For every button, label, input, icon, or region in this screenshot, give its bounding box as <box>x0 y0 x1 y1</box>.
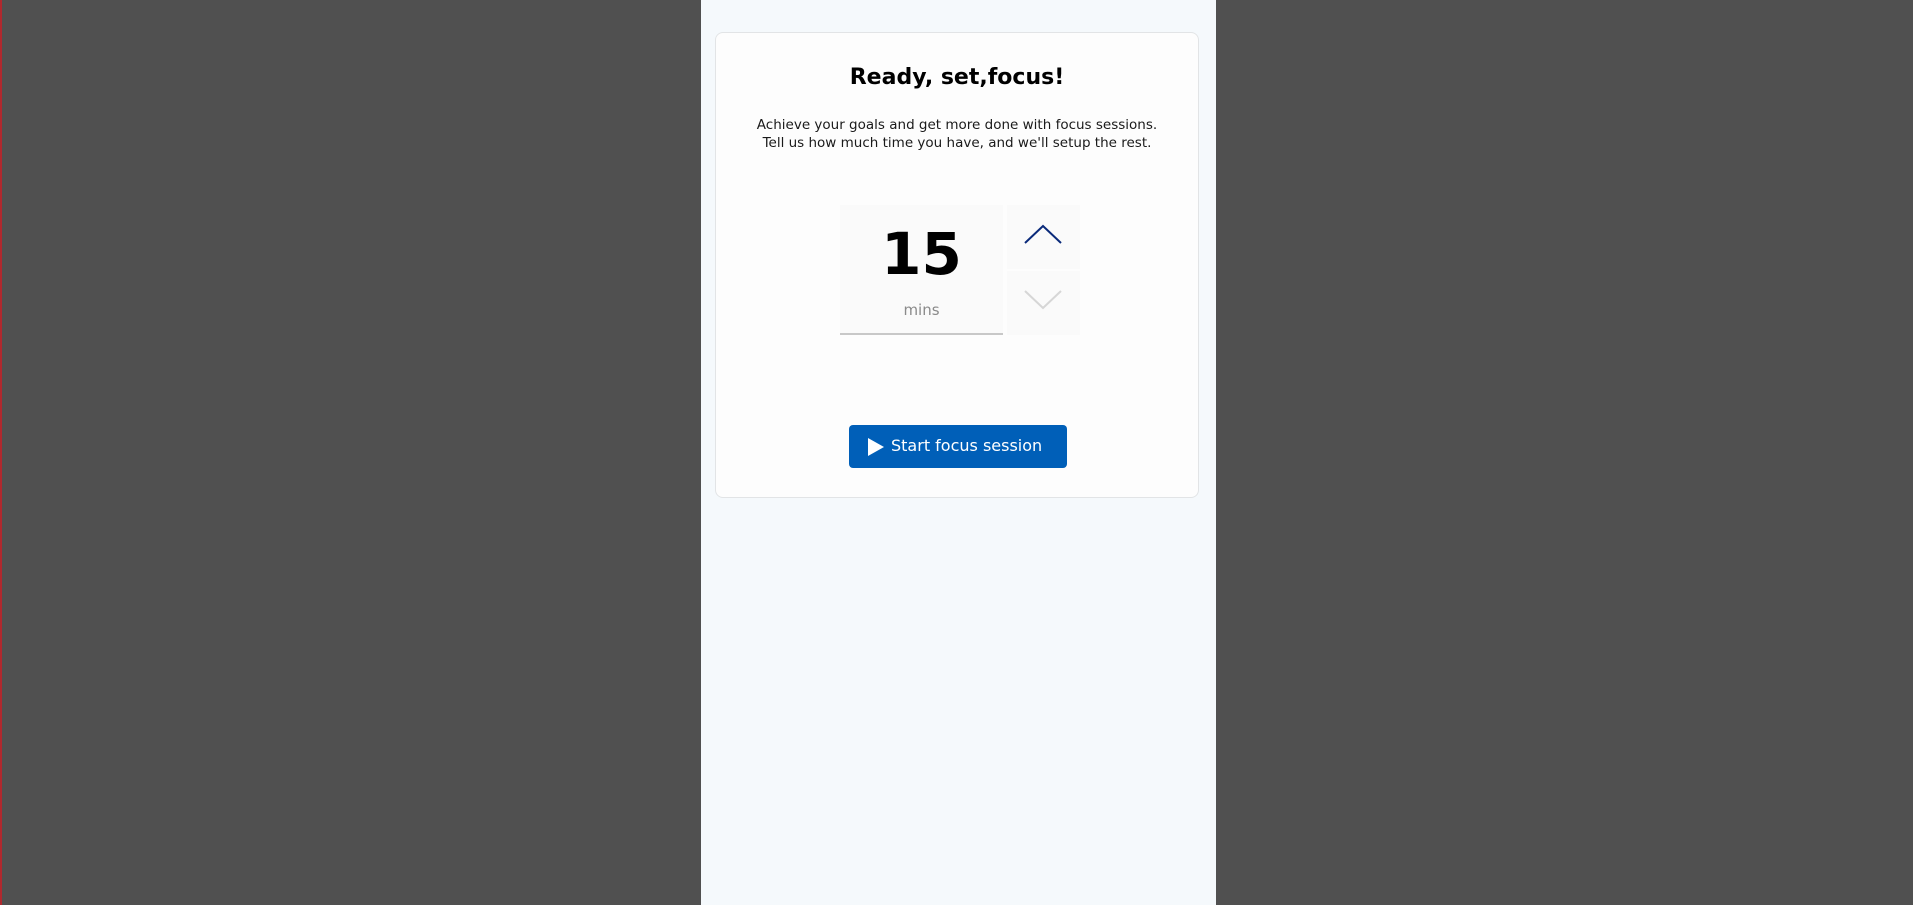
description-line-2: Tell us how much time you have, and we'l… <box>762 135 1152 151</box>
duration-unit: mins <box>903 301 940 319</box>
start-focus-session-button[interactable]: Start focus session <box>849 425 1067 468</box>
window-edge <box>0 0 2 905</box>
chevron-down-icon <box>1024 290 1062 310</box>
play-icon <box>868 438 884 456</box>
page-title: Ready, set,focus! <box>849 65 1065 90</box>
decrease-duration-button[interactable] <box>1007 271 1080 335</box>
duration-picker: 15 mins <box>840 205 1080 335</box>
duration-value: 15 <box>881 220 962 288</box>
description-line-1: Achieve your goals and get more done wit… <box>756 117 1158 133</box>
focus-description: Achieve your goals and get more done wit… <box>716 116 1198 152</box>
chevron-up-icon <box>1024 224 1062 244</box>
focus-session-card: Ready, set,focus! Achieve your goals and… <box>715 32 1199 498</box>
focus-app-panel: Ready, set,focus! Achieve your goals and… <box>701 0 1216 905</box>
increase-duration-button[interactable] <box>1007 205 1080 269</box>
duration-display[interactable]: 15 mins <box>840 205 1003 335</box>
start-button-label: Start focus session <box>891 436 1043 455</box>
duration-stepper <box>1007 205 1080 335</box>
